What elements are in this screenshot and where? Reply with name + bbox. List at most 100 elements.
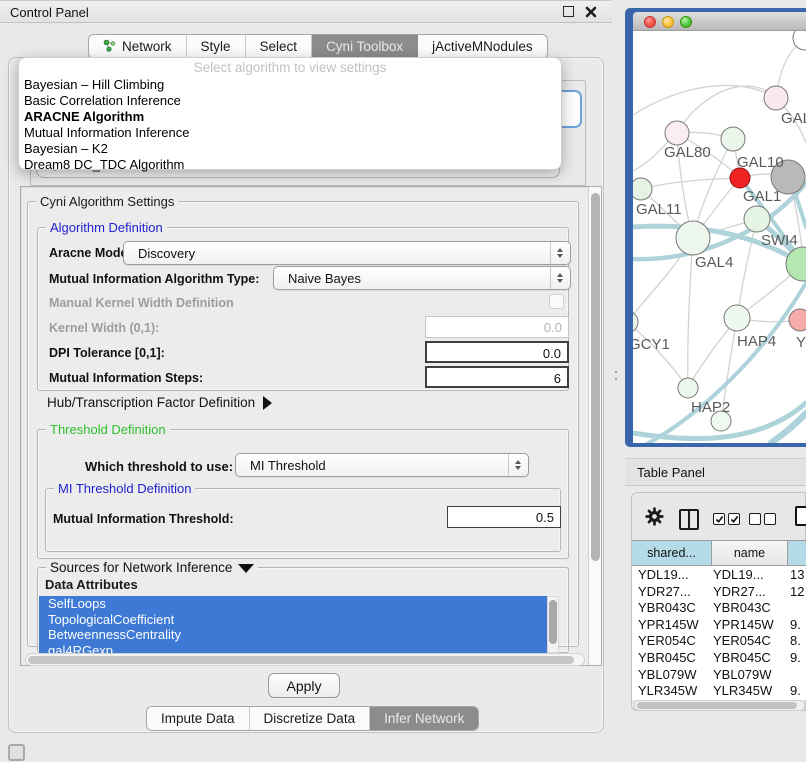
splitter-handle[interactable] <box>615 371 617 373</box>
tab-cyni-toolbox[interactable]: Cyni Toolbox <box>312 35 418 58</box>
column-header-partial[interactable] <box>788 541 806 566</box>
aracne-mode-combobox[interactable]: Discovery <box>123 241 571 265</box>
table-cell[interactable]: YDL19... <box>713 567 787 584</box>
tab-network[interactable]: Network <box>89 35 187 58</box>
algorithm-option[interactable]: Mutual Information Inference <box>19 125 561 141</box>
algorithm-option[interactable]: Basic Correlation Inference <box>19 93 561 109</box>
minimize-traffic-light[interactable] <box>662 16 674 28</box>
combobox-value: Naive Bayes <box>288 271 361 286</box>
hub-definition-expander[interactable]: Hub/Transcription Factor Definition <box>47 395 272 410</box>
table-cell[interactable]: YPR145W <box>638 617 714 634</box>
table-cell[interactable]: YDR27... <box>713 584 787 601</box>
table-cell[interactable]: YDR27... <box>638 584 714 601</box>
table-row[interactable]: YER054C YER054C 8. <box>632 633 806 650</box>
close-icon[interactable] <box>585 6 597 18</box>
scrollbar-thumb[interactable] <box>28 656 574 664</box>
checked-checkbox-icon[interactable] <box>728 513 740 525</box>
float-window-icon[interactable] <box>563 6 574 17</box>
network-node-gal4[interactable] <box>676 221 710 255</box>
attribute-item[interactable]: SelfLoops <box>39 596 547 612</box>
table-cell[interactable]: 9. <box>790 650 806 667</box>
algorithm-option-selected[interactable]: ARACNE Algorithm <box>19 109 561 125</box>
table-cell[interactable]: 12 <box>790 584 806 601</box>
mi-type-combobox[interactable]: Naive Bayes <box>273 266 571 290</box>
table-row[interactable]: YDR27... YDR27... 12 <box>632 584 806 601</box>
table-cell[interactable]: YER054C <box>638 633 714 650</box>
table-cell[interactable]: YBR043C <box>713 600 787 617</box>
network-node-gcy1[interactable] <box>633 311 638 333</box>
mi-threshold-field[interactable]: 0.5 <box>447 506 561 528</box>
column-header-name[interactable]: name <box>712 541 788 566</box>
unchecked-checkbox-icon[interactable] <box>764 513 776 525</box>
table-cell[interactable] <box>790 667 806 684</box>
zoom-traffic-light[interactable] <box>680 16 692 28</box>
table-cell[interactable]: YBR045C <box>638 650 714 667</box>
table-cell[interactable]: YBR043C <box>638 600 714 617</box>
settings-horizontal-scrollbar[interactable] <box>25 653 585 666</box>
table-horizontal-scrollbar[interactable] <box>634 700 805 711</box>
tab-jactivemnodules[interactable]: jActiveMNodules <box>418 35 547 58</box>
network-node-gal80[interactable] <box>665 121 689 145</box>
table-row[interactable]: YBL079W YBL079W <box>632 667 806 684</box>
sources-collapser[interactable]: Sources for Network Inference <box>46 560 258 575</box>
minimized-panel-icon[interactable] <box>8 744 25 761</box>
columns-icon[interactable] <box>679 509 699 530</box>
attribute-item[interactable]: TopologicalCoefficient <box>39 612 547 628</box>
kernel-width-label: Kernel Width (0,1): <box>49 321 159 335</box>
scrollbar-thumb[interactable] <box>591 193 600 561</box>
apply-button[interactable]: Apply <box>268 673 340 698</box>
dpi-tolerance-field[interactable]: 0.0 <box>425 341 569 363</box>
network-node-gal10[interactable] <box>721 127 745 151</box>
algorithm-option[interactable]: Bayesian – K2 <box>19 141 561 157</box>
table-cell[interactable]: YBR045C <box>713 650 787 667</box>
table-row[interactable]: YDL19... YDL19... 13 <box>632 567 806 584</box>
column-header-shared[interactable]: shared... <box>632 541 712 566</box>
attribute-item[interactable]: gal4RGexp <box>39 643 547 653</box>
splitter-handle[interactable] <box>615 378 617 380</box>
table-cell[interactable]: 13 <box>790 567 806 584</box>
scrollbar-thumb[interactable] <box>549 600 557 644</box>
network-node-gal11[interactable] <box>633 178 652 200</box>
tab-style[interactable]: Style <box>187 35 246 58</box>
network-node[interactable] <box>764 86 788 110</box>
table-cell[interactable]: YPR145W <box>713 617 787 634</box>
algorithm-option[interactable]: Dream8 DC_TDC Algorithm <box>19 157 561 173</box>
table-cell[interactable]: YER054C <box>713 633 787 650</box>
network-node[interactable] <box>744 206 770 232</box>
table-cell[interactable]: 9. <box>790 617 806 634</box>
table-row[interactable]: YBR045C YBR045C 9. <box>632 650 806 667</box>
network-canvas[interactable]: GAL GAL80 GAL10 GAL1 GAL11 SWI4 GAL4 GCY… <box>633 31 806 443</box>
network-view-window: GAL GAL80 GAL10 GAL1 GAL11 SWI4 GAL4 GCY… <box>625 8 806 447</box>
checked-checkbox-icon[interactable] <box>713 513 725 525</box>
attribute-item[interactable]: BetweennessCentrality <box>39 627 547 643</box>
attributes-scrollbar[interactable] <box>547 596 559 653</box>
table-cell[interactable] <box>790 600 806 617</box>
close-traffic-light[interactable] <box>644 16 656 28</box>
network-node-hap4[interactable] <box>724 305 750 331</box>
network-window-titlebar[interactable] <box>633 12 806 31</box>
document-icon[interactable] <box>795 506 806 526</box>
network-node-hap2[interactable] <box>678 378 698 398</box>
which-threshold-combobox[interactable]: MI Threshold <box>235 453 529 477</box>
settings-vertical-scrollbar[interactable] <box>588 187 601 665</box>
tab-impute-data[interactable]: Impute Data <box>147 707 250 730</box>
gear-icon[interactable] <box>645 507 664 529</box>
mi-steps-field[interactable]: 6 <box>425 366 569 388</box>
kernel-width-field[interactable]: 0.0 <box>425 316 569 338</box>
tab-discretize-data[interactable]: Discretize Data <box>250 707 371 730</box>
hub-definition-label: Hub/Transcription Factor Definition <box>47 395 255 410</box>
table-cell[interactable]: YBL079W <box>713 667 787 684</box>
manual-kernel-checkbox[interactable] <box>549 294 564 309</box>
table-cell[interactable]: 8. <box>790 633 806 650</box>
tab-select[interactable]: Select <box>246 35 313 58</box>
unchecked-checkbox-icon[interactable] <box>749 513 761 525</box>
tab-infer-network[interactable]: Infer Network <box>370 707 478 730</box>
table-row[interactable]: YPR145W YPR145W 9. <box>632 617 806 634</box>
network-node[interactable] <box>789 309 806 331</box>
table-cell[interactable]: YDL19... <box>638 567 714 584</box>
table-row[interactable]: YBR043C YBR043C <box>632 600 806 617</box>
scrollbar-thumb[interactable] <box>637 702 797 709</box>
network-node-gal1[interactable] <box>730 168 750 188</box>
algorithm-option[interactable]: Bayesian – Hill Climbing <box>19 77 561 93</box>
table-cell[interactable]: YBL079W <box>638 667 714 684</box>
